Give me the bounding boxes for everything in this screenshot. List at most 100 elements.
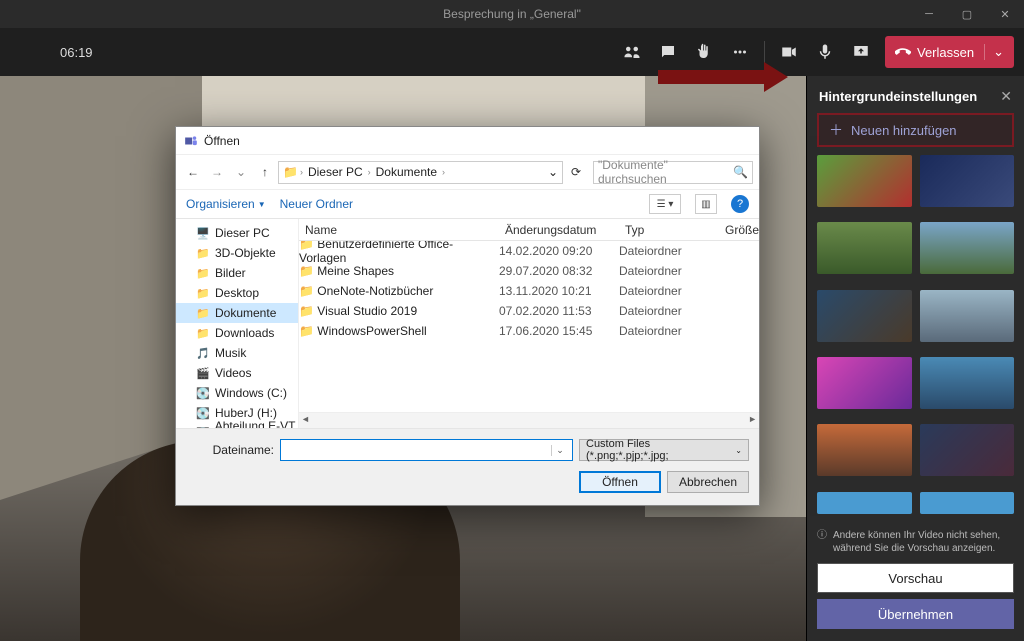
nav-item-label: Abteilung E-VT ( [215, 419, 298, 428]
file-type: Dateiordner [619, 244, 719, 258]
add-new-label: Neuen hinzufügen [851, 123, 957, 138]
participants-icon[interactable] [614, 34, 650, 70]
nav-item-label: Musik [215, 346, 246, 360]
nav-item[interactable]: 🎬Videos [176, 363, 298, 383]
search-icon: 🔍 [733, 165, 748, 179]
file-type: Dateiordner [619, 264, 719, 278]
nav-item-label: Dokumente [215, 306, 276, 320]
file-name: WindowsPowerShell [317, 324, 426, 338]
file-date: 14.02.2020 09:20 [499, 244, 619, 258]
col-size[interactable]: Größe [719, 223, 759, 237]
info-text: Andere können Ihr Video nicht sehen, wäh… [833, 529, 1014, 555]
leave-button[interactable]: Verlassen ⌄ [885, 36, 1014, 68]
help-button[interactable]: ? [731, 195, 749, 213]
organize-menu[interactable]: Organisieren ▼ [186, 197, 266, 211]
background-option[interactable] [920, 222, 1015, 274]
share-screen-icon[interactable] [843, 34, 879, 70]
nav-item[interactable]: 📁Desktop [176, 283, 298, 303]
background-option[interactable] [920, 155, 1015, 207]
add-new-background-button[interactable]: ＋ Neuen hinzufügen [817, 113, 1014, 147]
file-type-filter[interactable]: Custom Files (*.png;*.pjp;*.jpg; ⌄ [579, 439, 749, 461]
preview-button[interactable]: Vorschau [817, 563, 1014, 593]
filename-label: Dateiname: [186, 443, 274, 457]
breadcrumb[interactable]: 📁 › Dieser PC › Dokumente › ⌄ [278, 161, 563, 184]
dialog-title: Öffnen [204, 134, 240, 148]
forward-button[interactable]: → [206, 161, 228, 183]
background-option[interactable] [817, 492, 912, 514]
nav-item[interactable]: 💽 Windows (C:) [176, 383, 298, 403]
music-icon: 🎵 [196, 346, 210, 360]
nav-item[interactable]: 📁Bilder [176, 263, 298, 283]
file-row[interactable]: 📁 Meine Shapes29.07.2020 08:32Dateiordne… [299, 261, 759, 281]
filename-field[interactable] [285, 443, 551, 457]
file-name: Meine Shapes [317, 264, 394, 278]
col-type[interactable]: Typ [619, 223, 719, 237]
close-button[interactable]: ✕ [986, 0, 1024, 28]
separator [764, 41, 765, 63]
file-type: Dateiordner [619, 324, 719, 338]
background-option[interactable] [817, 357, 912, 409]
file-name: Benutzerdefinierte Office-Vorlagen [299, 241, 453, 265]
filename-input[interactable]: ⌄ [280, 439, 573, 461]
background-option[interactable] [920, 290, 1015, 342]
recent-locations-button[interactable]: ⌄ [230, 161, 252, 183]
file-date: 29.07.2020 08:32 [499, 264, 619, 278]
microphone-icon[interactable] [807, 34, 843, 70]
nav-item[interactable]: 🎵 Musik [176, 343, 298, 363]
folder-icon: 📁 [299, 284, 314, 298]
nav-item-label: Desktop [215, 286, 259, 300]
col-date[interactable]: Änderungsdatum [499, 223, 619, 237]
cancel-button[interactable]: Abbrechen [667, 471, 749, 493]
drive-icon: 💽 [196, 386, 210, 400]
annotation-arrow [658, 62, 788, 92]
maximize-button[interactable]: ▢ [948, 0, 986, 28]
breadcrumb-segment[interactable]: Dokumente [373, 165, 440, 179]
nav-item[interactable]: 📁3D-Objekte [176, 243, 298, 263]
plus-icon: ＋ [829, 120, 843, 140]
preview-pane-button[interactable]: ▥ [695, 194, 717, 214]
file-row[interactable]: 📁 Visual Studio 201907.02.2020 11:53Date… [299, 301, 759, 321]
file-row[interactable]: 📁 WindowsPowerShell17.06.2020 15:45Datei… [299, 321, 759, 341]
view-options-button[interactable]: ☰ ▾ [649, 194, 681, 214]
refresh-button[interactable]: ⟳ [565, 165, 587, 179]
horizontal-scrollbar[interactable] [299, 412, 759, 428]
nav-item-label: HuberJ (H:) [215, 406, 277, 420]
nav-item[interactable]: 📁Downloads [176, 323, 298, 343]
nav-item[interactable]: 🖥️Dieser PC [176, 223, 298, 243]
background-option[interactable] [920, 492, 1015, 514]
minimize-button[interactable]: ─ [910, 0, 948, 28]
folder-icon: 📁 [299, 304, 314, 318]
breadcrumb-segment[interactable]: Dieser PC [305, 165, 366, 179]
chevron-down-icon[interactable]: ⌄ [984, 44, 1004, 60]
col-name[interactable]: Name [299, 223, 499, 237]
chevron-down-icon[interactable]: ⌄ [551, 445, 568, 456]
file-row[interactable]: 📁 OneNote-Notizbücher13.11.2020 10:21Dat… [299, 281, 759, 301]
background-option[interactable] [817, 424, 912, 476]
up-button[interactable]: ↑ [254, 161, 276, 183]
file-type: Dateiordner [619, 284, 719, 298]
chevron-down-icon[interactable]: ⌄ [548, 165, 558, 179]
back-button[interactable]: ← [182, 161, 204, 183]
file-row[interactable]: 📁 Benutzerdefinierte Office-Vorlagen14.0… [299, 241, 759, 261]
background-option[interactable] [817, 222, 912, 274]
folder-icon: 📁 [299, 324, 314, 338]
background-option[interactable] [817, 290, 912, 342]
search-input[interactable]: "Dokumente" durchsuchen 🔍 [593, 161, 753, 184]
file-date: 07.02.2020 11:53 [499, 304, 619, 318]
nav-item-label: Windows (C:) [215, 386, 287, 400]
nav-item[interactable]: 📁Dokumente [176, 303, 298, 323]
open-button[interactable]: Öffnen [579, 471, 661, 493]
folder-icon: 📁 [196, 266, 210, 280]
new-folder-button[interactable]: Neuer Ordner [280, 197, 353, 211]
background-thumbnails [807, 155, 1024, 521]
apply-button[interactable]: Übernehmen [817, 599, 1014, 629]
background-option[interactable] [920, 424, 1015, 476]
background-option[interactable] [920, 357, 1015, 409]
close-panel-button[interactable]: ✕ [1000, 88, 1012, 105]
background-option[interactable] [817, 155, 912, 207]
column-headers[interactable]: Name Änderungsdatum Typ Größe [299, 219, 759, 241]
file-name: Visual Studio 2019 [317, 304, 417, 318]
folder-icon: 📁 [299, 241, 314, 251]
meeting-toolbar: 06:19 Verlassen ⌄ [0, 28, 1024, 76]
video-icon: 🎬 [196, 366, 210, 380]
